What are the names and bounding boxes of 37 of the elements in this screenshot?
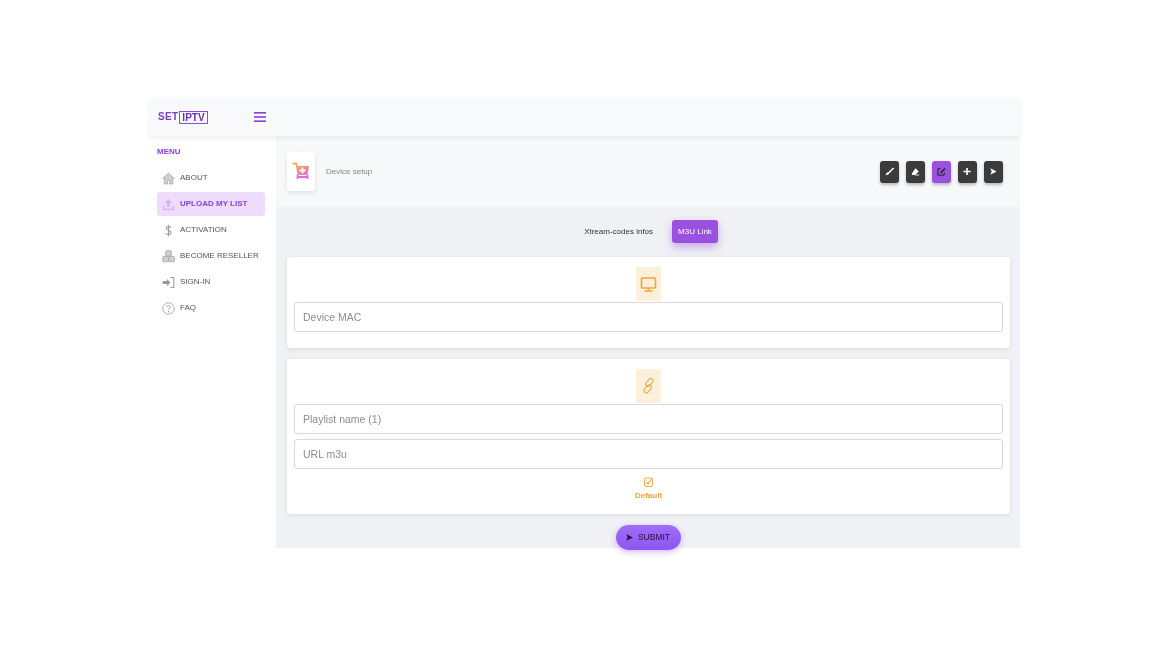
toolbar-button[interactable] [958,160,977,183]
logo-framed-text: IPTV [179,110,208,124]
play-icon [989,167,998,176]
menu-icon[interactable] [254,112,266,122]
upload-icon [162,197,175,211]
plus-icon [963,167,972,176]
toolbar-button[interactable] [880,160,899,183]
sign-in-icon [162,275,175,289]
question-icon [162,301,175,315]
tab[interactable]: Xtream-codes infos [578,220,660,243]
dollar-icon [162,223,175,237]
sidebar-item[interactable]: ACTIVATION [157,218,265,242]
sidebar-item[interactable]: SIGN-IN [157,270,265,294]
sidebar-item[interactable]: UPLOAD MY LIST [157,192,265,216]
input-field[interactable]: Playlist name (1) [294,404,1003,434]
page-title: Device setup [326,165,373,178]
cubes-icon [162,249,175,263]
tab[interactable]: M3U Link [672,220,718,243]
toolbar-button[interactable] [932,160,951,183]
submit-button[interactable]: SUBMIT [615,525,681,550]
send-arrow-icon [625,534,633,541]
sidebar-item[interactable]: ABOUT [157,166,265,190]
logo-text: SET [158,111,179,123]
toolbar-button[interactable] [906,160,925,183]
sidebar-item[interactable]: BECOME RESELLER [157,244,265,268]
sidebar-item[interactable]: FAQ [157,296,265,320]
checkbox-icon[interactable] [644,477,653,487]
default-label: Default [634,491,663,501]
toolbar-button[interactable] [984,160,1003,183]
input-field[interactable]: URL m3u [294,439,1003,469]
input-field[interactable]: Device MAC [294,302,1003,332]
cart-plus-icon [292,161,310,182]
house-icon [162,171,175,185]
brush-icon [885,167,894,176]
eraser-icon [911,167,920,176]
edit-icon [937,167,946,176]
menu-heading: MENU [157,147,182,157]
